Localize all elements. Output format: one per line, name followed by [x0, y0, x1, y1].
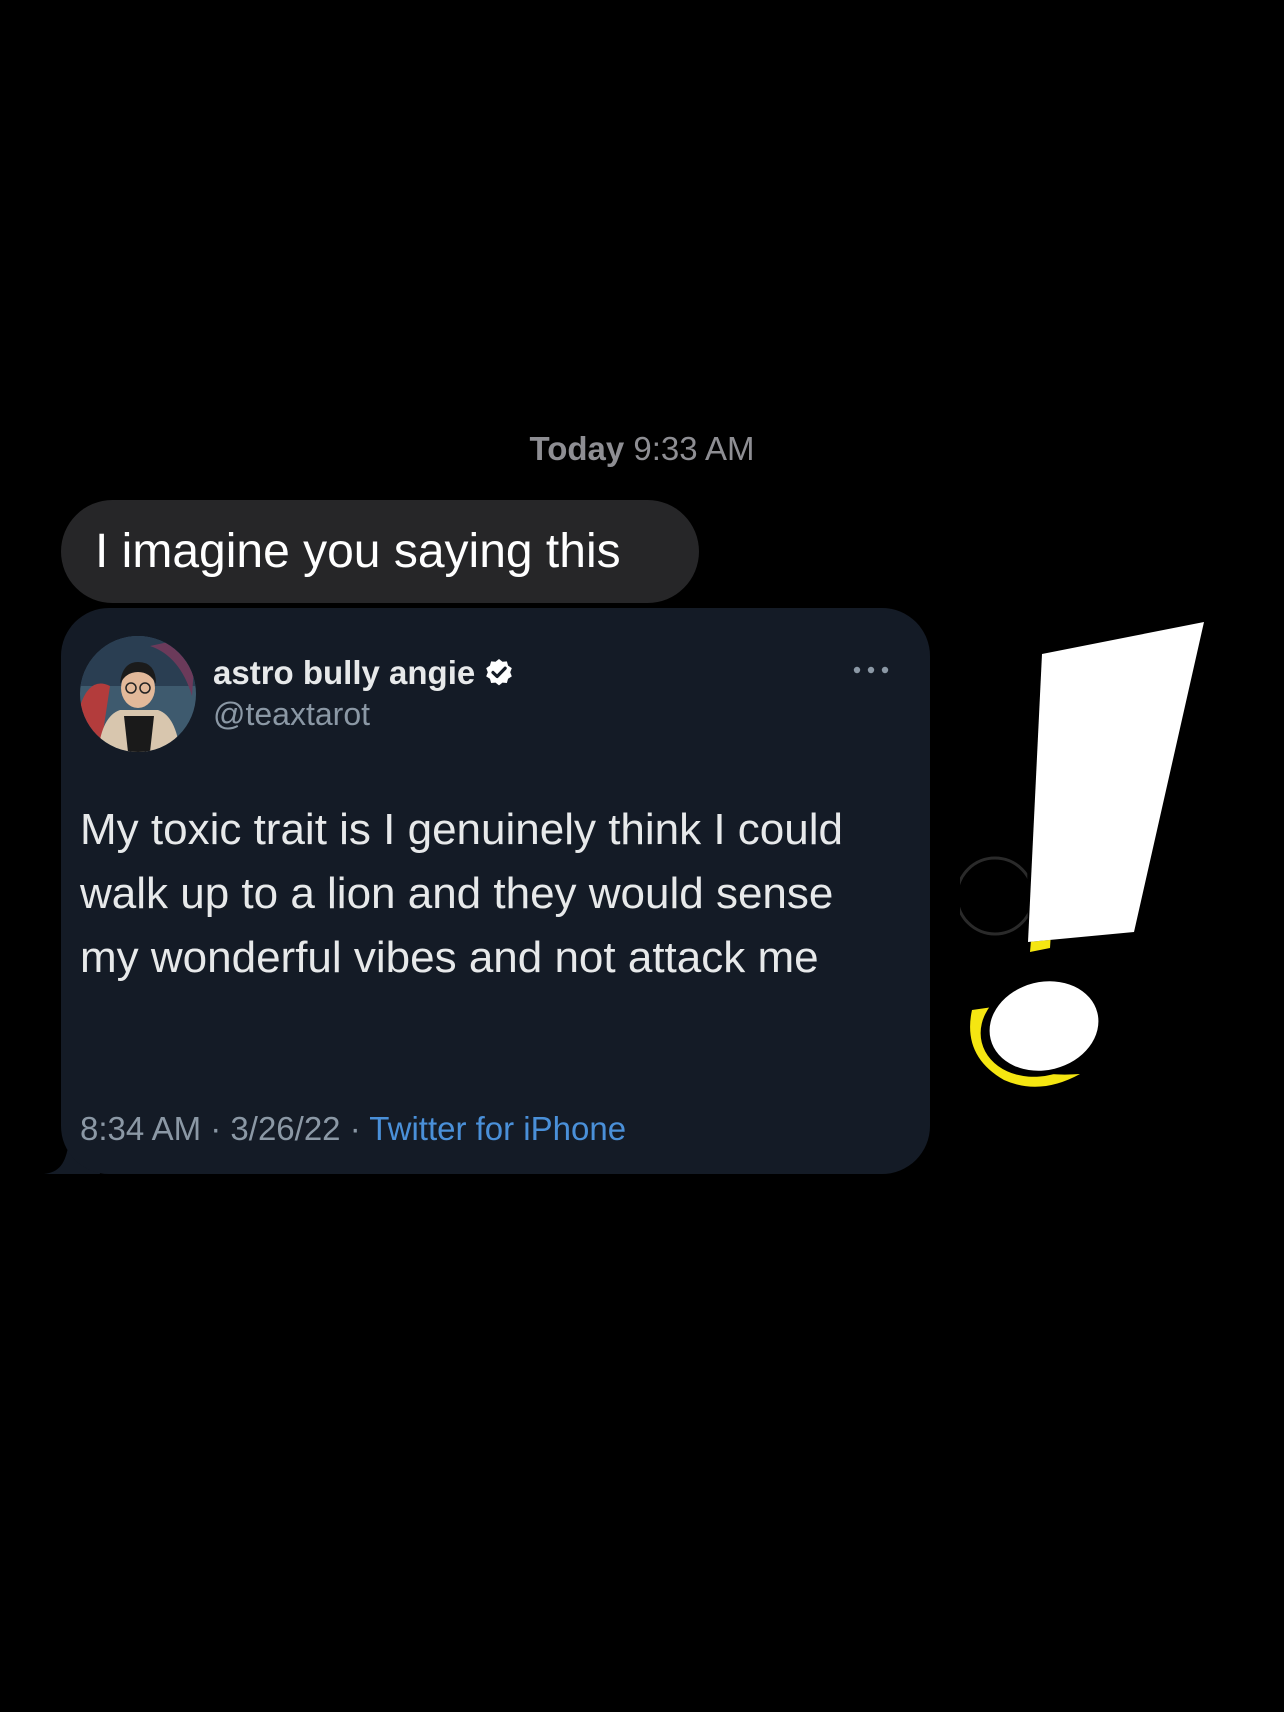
tweet-author-handle[interactable]: @teaxtarot [213, 696, 370, 733]
verified-badge-icon [486, 659, 513, 686]
author-avatar[interactable] [80, 636, 196, 752]
meta-separator: · [210, 1110, 222, 1147]
tweet-card[interactable]: astro bully angie @teaxtarot My toxic tr… [61, 608, 930, 1174]
tweet-body-text: My toxic trait is I genuinely think I co… [80, 805, 843, 982]
tweet-author-name[interactable]: astro bully angie [213, 654, 515, 692]
incoming-message-bubble[interactable]: I imagine you saying this [61, 500, 699, 603]
more-horizontal-icon[interactable] [851, 660, 891, 680]
tweet-metadata: 8:34 AM · 3/26/22 · Twitter for iPhone [80, 1110, 626, 1148]
conversation-timestamp: Today 9:33 AM [0, 430, 1284, 468]
author-name-text: astro bully angie [213, 654, 476, 691]
timestamp-day: Today [529, 430, 625, 467]
exclamation-mark-sticker[interactable] [960, 618, 1220, 1098]
meta-separator: · [349, 1110, 361, 1147]
tweet-date: 3/26/22 [230, 1110, 341, 1147]
tweet-source-link[interactable]: Twitter for iPhone [369, 1110, 626, 1147]
message-text: I imagine you saying this [95, 525, 621, 578]
timestamp-time: 9:33 AM [633, 430, 755, 467]
tweet-time: 8:34 AM [80, 1110, 202, 1147]
avatar-photo [80, 636, 196, 752]
